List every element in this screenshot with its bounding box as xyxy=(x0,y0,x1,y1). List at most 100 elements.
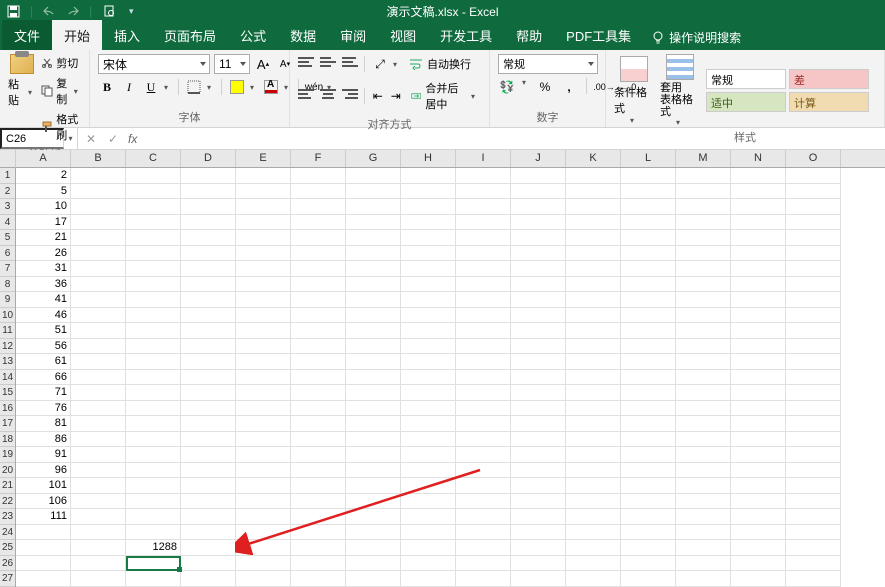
cell[interactable]: 96 xyxy=(16,463,71,479)
merge-center-button[interactable]: 合并后居中▾ xyxy=(407,78,481,114)
cell[interactable] xyxy=(731,199,786,215)
cell[interactable] xyxy=(181,385,236,401)
cell[interactable] xyxy=(676,230,731,246)
cell[interactable] xyxy=(401,571,456,587)
spreadsheet-grid[interactable]: ABCDEFGHIJKLMNO 123456789101112131415161… xyxy=(0,150,885,586)
cell[interactable] xyxy=(291,354,346,370)
column-header[interactable]: D xyxy=(181,150,236,167)
cell[interactable] xyxy=(71,478,126,494)
cell[interactable] xyxy=(181,261,236,277)
cell[interactable] xyxy=(401,230,456,246)
cell[interactable] xyxy=(456,494,511,510)
cell[interactable] xyxy=(621,509,676,525)
cell[interactable] xyxy=(676,571,731,587)
cell[interactable] xyxy=(676,199,731,215)
cell[interactable] xyxy=(181,215,236,231)
redo-icon[interactable] xyxy=(65,4,79,18)
cell[interactable] xyxy=(346,432,401,448)
cell[interactable] xyxy=(126,230,181,246)
row-header[interactable]: 26 xyxy=(0,556,15,572)
cell[interactable] xyxy=(511,354,566,370)
cell[interactable] xyxy=(456,447,511,463)
tab-data[interactable]: 数据 xyxy=(278,20,328,50)
cell[interactable] xyxy=(181,478,236,494)
cell[interactable] xyxy=(401,370,456,386)
cell[interactable] xyxy=(456,540,511,556)
row-header[interactable]: 20 xyxy=(0,463,15,479)
cell[interactable] xyxy=(676,494,731,510)
cell[interactable]: 76 xyxy=(16,401,71,417)
row-header[interactable]: 2 xyxy=(0,184,15,200)
cell[interactable] xyxy=(731,540,786,556)
cell[interactable] xyxy=(126,556,181,572)
cell[interactable] xyxy=(71,354,126,370)
cell[interactable] xyxy=(511,525,566,541)
cell[interactable] xyxy=(71,215,126,231)
cell[interactable] xyxy=(71,463,126,479)
cell[interactable] xyxy=(126,292,181,308)
cell[interactable] xyxy=(291,323,346,339)
cell[interactable] xyxy=(71,571,126,587)
column-header[interactable]: K xyxy=(566,150,621,167)
cell[interactable] xyxy=(731,416,786,432)
cell[interactable] xyxy=(346,416,401,432)
cell[interactable] xyxy=(731,432,786,448)
column-header[interactable]: M xyxy=(676,150,731,167)
cell[interactable] xyxy=(346,230,401,246)
cell[interactable] xyxy=(291,199,346,215)
cell[interactable] xyxy=(731,261,786,277)
cell[interactable] xyxy=(346,494,401,510)
cell[interactable] xyxy=(181,354,236,370)
cell[interactable] xyxy=(456,184,511,200)
cell[interactable] xyxy=(676,215,731,231)
cell[interactable] xyxy=(346,339,401,355)
cell[interactable] xyxy=(401,447,456,463)
cell[interactable] xyxy=(291,385,346,401)
cell[interactable] xyxy=(291,370,346,386)
cell[interactable] xyxy=(566,494,621,510)
cell[interactable] xyxy=(181,571,236,587)
cell[interactable] xyxy=(291,184,346,200)
cell[interactable] xyxy=(621,416,676,432)
cell[interactable] xyxy=(181,525,236,541)
number-format-combo[interactable] xyxy=(498,54,598,74)
row-header[interactable]: 18 xyxy=(0,432,15,448)
cell[interactable] xyxy=(731,494,786,510)
cell[interactable] xyxy=(456,571,511,587)
cell[interactable] xyxy=(456,308,511,324)
cell[interactable] xyxy=(401,199,456,215)
tab-review[interactable]: 审阅 xyxy=(328,20,378,50)
style-bad[interactable]: 差 xyxy=(789,69,869,89)
cell[interactable] xyxy=(291,571,346,587)
cell[interactable] xyxy=(566,323,621,339)
cell[interactable] xyxy=(346,292,401,308)
cell[interactable]: 111 xyxy=(16,509,71,525)
cell[interactable] xyxy=(621,478,676,494)
row-header[interactable]: 15 xyxy=(0,385,15,401)
cell[interactable]: 10 xyxy=(16,199,71,215)
cell[interactable] xyxy=(346,556,401,572)
cell[interactable] xyxy=(731,277,786,293)
cell[interactable] xyxy=(291,556,346,572)
comma-button[interactable]: , xyxy=(560,78,578,96)
tab-insert[interactable]: 插入 xyxy=(102,20,152,50)
cell[interactable] xyxy=(71,416,126,432)
cell[interactable] xyxy=(71,401,126,417)
fill-color-button[interactable] xyxy=(228,78,246,96)
font-size-combo[interactable] xyxy=(214,54,250,74)
cell[interactable] xyxy=(236,370,291,386)
cell[interactable] xyxy=(621,354,676,370)
row-header[interactable]: 11 xyxy=(0,323,15,339)
cell[interactable] xyxy=(401,540,456,556)
cell[interactable] xyxy=(511,277,566,293)
column-header[interactable]: B xyxy=(71,150,126,167)
cell[interactable] xyxy=(181,184,236,200)
cell[interactable] xyxy=(456,199,511,215)
cell[interactable] xyxy=(126,277,181,293)
cell[interactable] xyxy=(181,540,236,556)
cell[interactable] xyxy=(401,184,456,200)
cell[interactable] xyxy=(731,184,786,200)
cell[interactable] xyxy=(566,571,621,587)
row-header[interactable]: 24 xyxy=(0,525,15,541)
cell[interactable] xyxy=(566,292,621,308)
